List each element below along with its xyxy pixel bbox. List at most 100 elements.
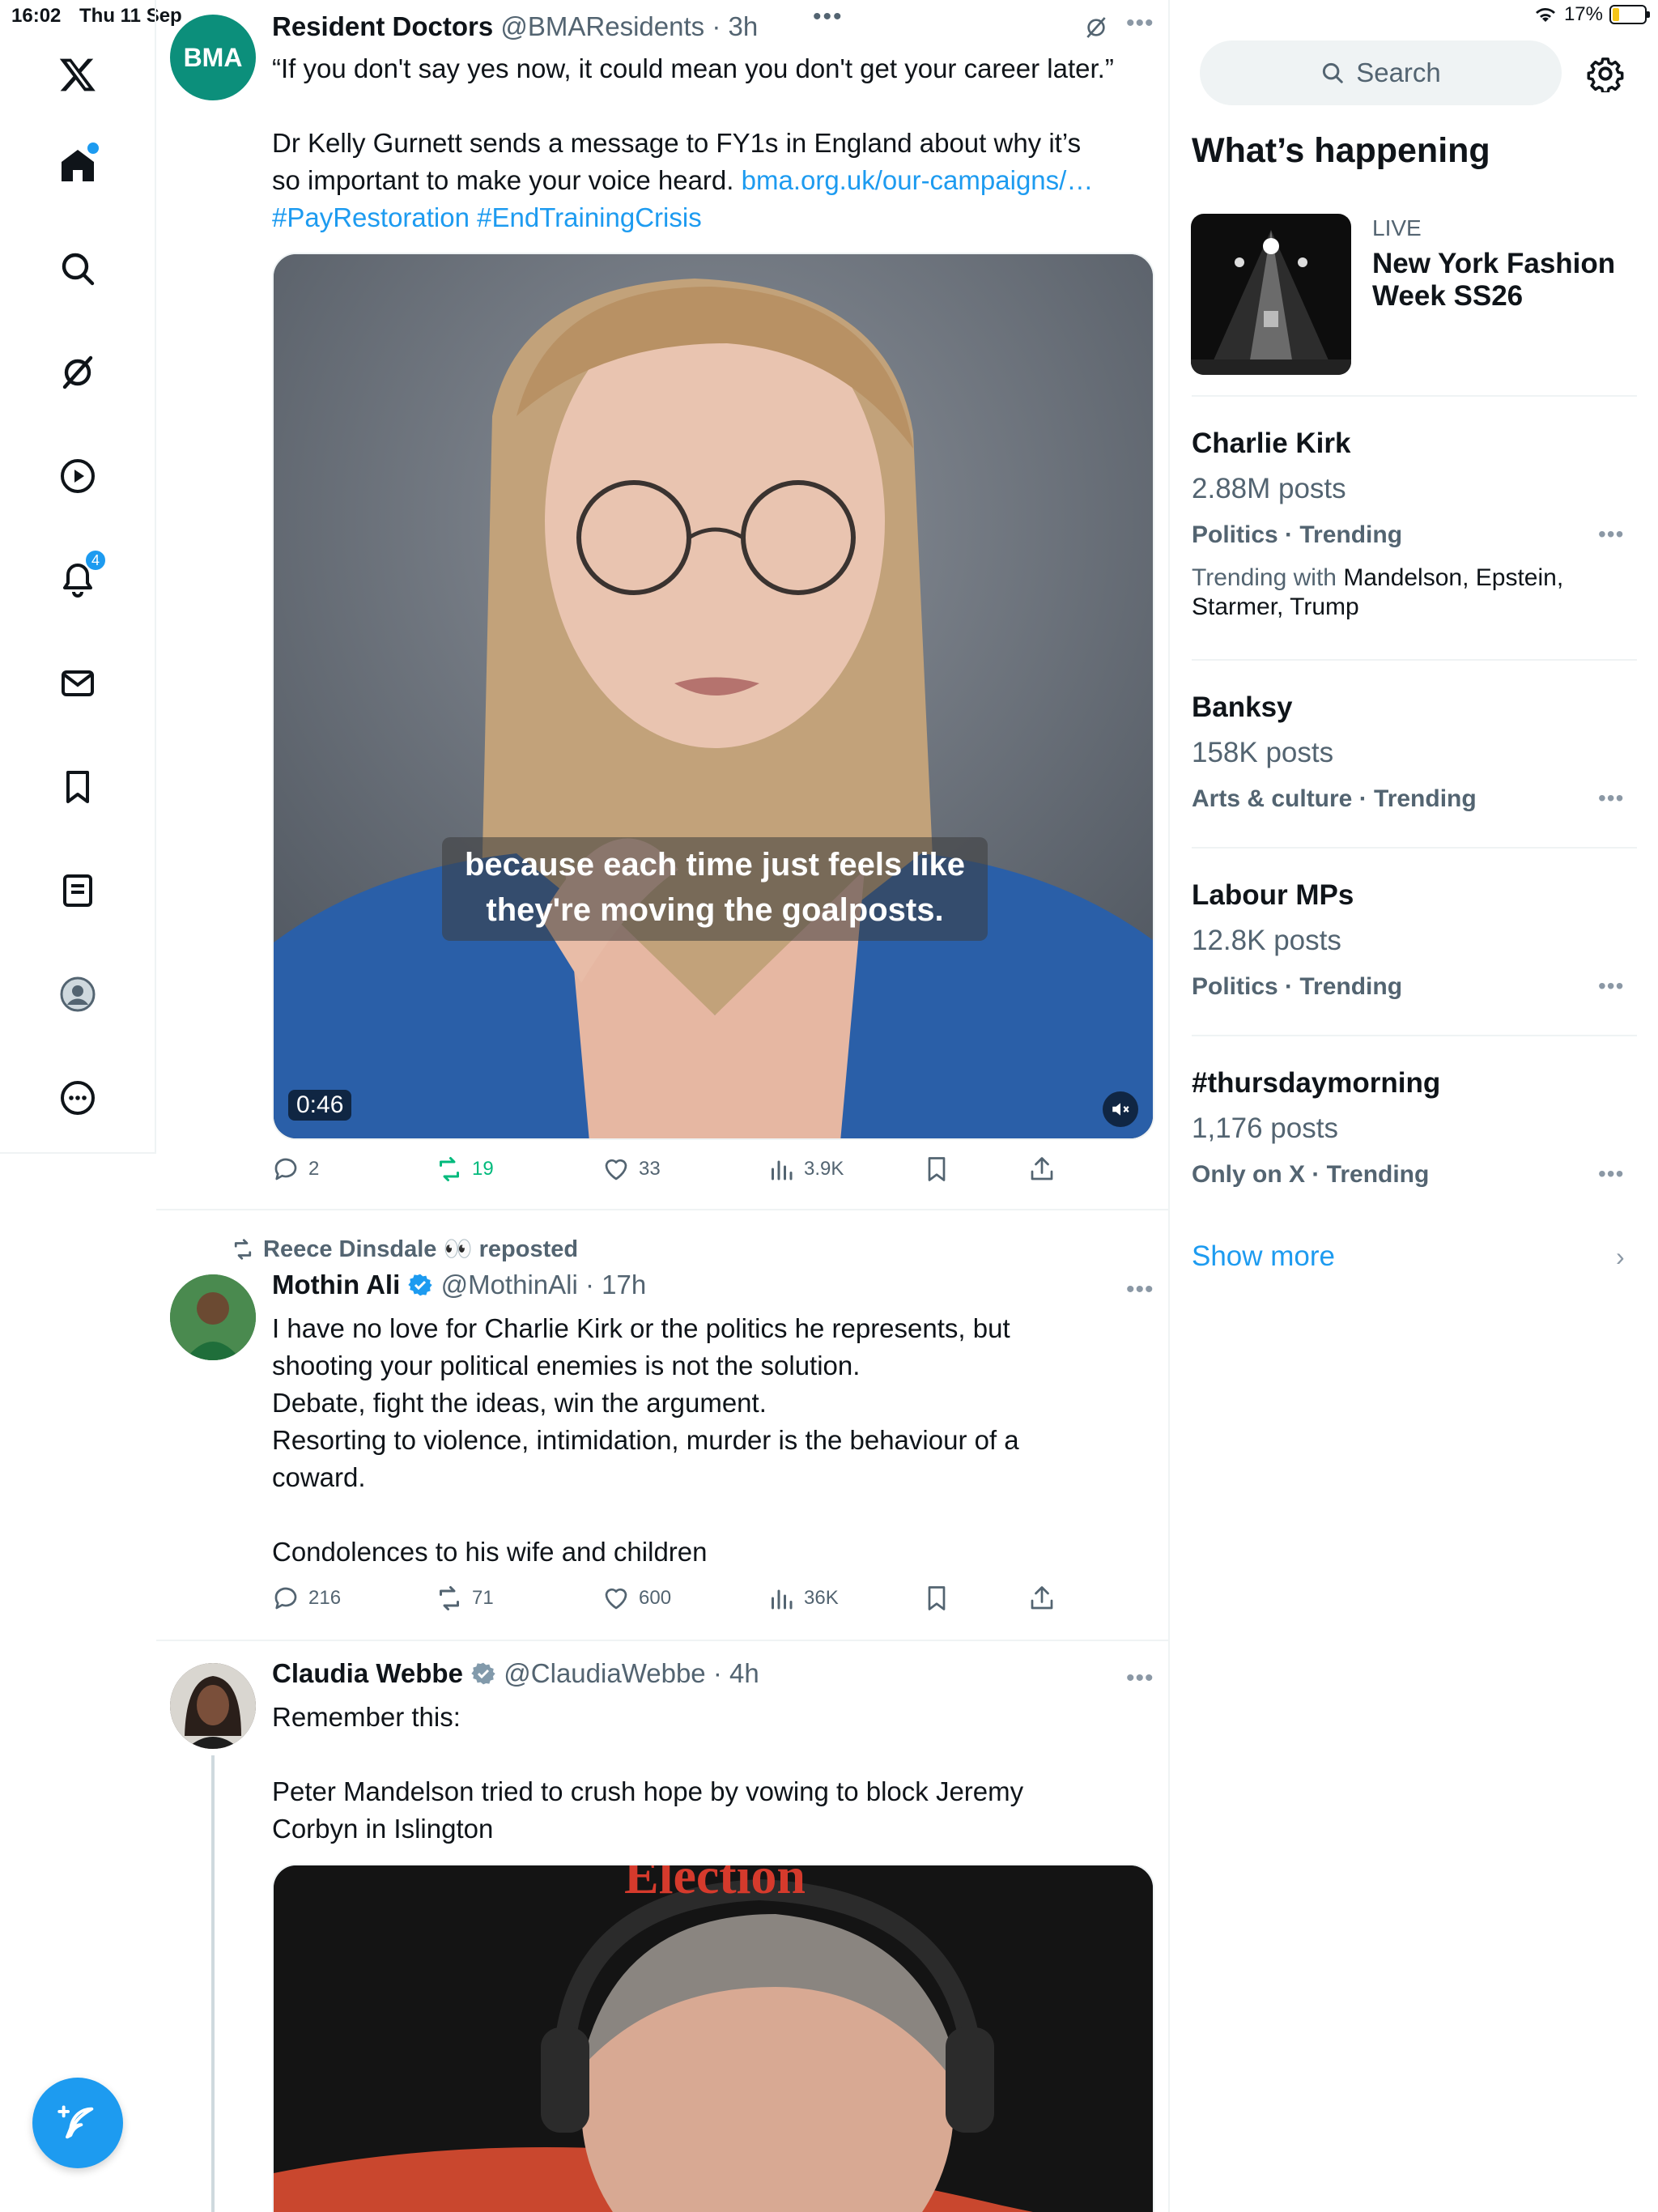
trend-title[interactable]: Charlie Kirk xyxy=(1192,428,1350,460)
share-icon xyxy=(1031,1157,1053,1180)
post-text: I have no love for Charlie Kirk or the p… xyxy=(272,1310,1114,1571)
trend-more-icon[interactable]: ••• xyxy=(1598,785,1624,811)
post-time[interactable]: 3h xyxy=(728,11,758,41)
repost-button[interactable]: 19 xyxy=(435,1155,494,1184)
post-more-icon[interactable]: ••• xyxy=(1126,1276,1154,1304)
trend-count: 2.88M posts xyxy=(1192,473,1346,504)
reply-button[interactable]: 2 xyxy=(271,1155,319,1184)
trend-divider xyxy=(1192,1035,1637,1036)
repost-small-icon xyxy=(234,1239,252,1260)
post-actions: 2 19 33 3.9K xyxy=(271,1155,1129,1190)
trend-meta: Politics · Trending xyxy=(1192,521,1403,548)
trend-more-icon[interactable]: ••• xyxy=(1598,1161,1624,1187)
repost-count: 71 xyxy=(472,1587,494,1609)
views-count: 36K xyxy=(804,1587,839,1609)
trend-more-icon[interactable]: ••• xyxy=(1598,521,1624,547)
post-text-p4: Condolences to his wife and children xyxy=(272,1537,708,1567)
post-actions: 216 71 600 36K xyxy=(271,1584,1129,1619)
author-handle[interactable]: @ClaudiaWebbe xyxy=(504,1658,705,1688)
author-handle[interactable]: @BMAResidents xyxy=(500,11,704,41)
author-name[interactable]: Claudia Webbe xyxy=(272,1658,463,1688)
chevron-right-icon: › xyxy=(1616,1242,1625,1271)
post-more-icon[interactable]: ••• xyxy=(1126,1665,1154,1692)
trend-title[interactable]: #thursdaymorning xyxy=(1192,1067,1440,1100)
trend-count: 12.8K posts xyxy=(1192,925,1341,956)
trend-more-icon[interactable]: ••• xyxy=(1598,973,1624,999)
post-link[interactable]: bma.org.uk/our-campaigns/… xyxy=(742,165,1094,195)
mute-icon[interactable] xyxy=(1103,1091,1138,1127)
bookmark-button[interactable] xyxy=(922,1155,951,1184)
grok-icon[interactable] xyxy=(45,340,110,405)
post-text-p2: Debate, fight the ideas, win the argumen… xyxy=(272,1388,767,1418)
messages-icon[interactable] xyxy=(45,651,110,716)
repost-button[interactable]: 71 xyxy=(435,1584,494,1613)
featured-live-label: LIVE xyxy=(1372,215,1422,240)
author-handle[interactable]: @MothinAli xyxy=(441,1270,578,1300)
post-text: Remember this: Peter Mandelson tried to … xyxy=(272,1699,1114,1848)
bookmarks-icon[interactable] xyxy=(45,755,110,819)
notifications-icon[interactable]: 4 xyxy=(45,547,110,612)
post-time[interactable]: 4h xyxy=(729,1658,759,1688)
views-icon xyxy=(772,1160,793,1180)
author-name[interactable]: Mothin Ali xyxy=(272,1270,400,1300)
media-illustration xyxy=(274,1865,1153,2212)
share-button[interactable] xyxy=(1027,1584,1056,1613)
post-hashtags[interactable]: #PayRestoration #EndTrainingCrisis xyxy=(272,202,702,232)
trend-with-label: Trending with xyxy=(1192,564,1337,591)
grok-icon[interactable] xyxy=(1083,15,1109,40)
x-logo-icon[interactable] xyxy=(45,42,110,107)
bookmark-button[interactable] xyxy=(922,1584,951,1613)
reply-count: 216 xyxy=(308,1587,342,1609)
reply-button[interactable]: 216 xyxy=(271,1584,341,1613)
show-more-link[interactable]: Show more xyxy=(1192,1240,1335,1273)
post-header: Resident Doctors @BMAResidents · 3h xyxy=(272,11,759,41)
post-time[interactable]: 17h xyxy=(602,1270,646,1300)
post-media-video[interactable]: Election xyxy=(272,1864,1154,2212)
trend-title[interactable]: Labour MPs xyxy=(1192,879,1354,912)
like-button[interactable]: 33 xyxy=(602,1155,661,1184)
lists-icon[interactable] xyxy=(45,858,110,923)
home-icon[interactable] xyxy=(45,133,110,198)
views-button[interactable]: 36K xyxy=(767,1584,839,1613)
avatar-claudia-webbe[interactable] xyxy=(170,1663,256,1749)
avatar-mothin-ali[interactable] xyxy=(170,1274,256,1360)
post-header: Claudia Webbe @ClaudiaWebbe · 4h xyxy=(272,1658,759,1688)
avatar-bma[interactable]: BMA xyxy=(170,15,256,100)
repost-context[interactable]: Reece Dinsdale 👀 reposted xyxy=(231,1236,578,1263)
post-text-quote: “If you don't say yes now, it could mean… xyxy=(272,53,1114,83)
share-icon xyxy=(1031,1586,1053,1610)
avatar-bma-text: BMA xyxy=(183,42,243,72)
more-options-icon[interactable] xyxy=(45,1066,110,1130)
post-video[interactable]: because each time just feels like they'r… xyxy=(272,253,1154,1140)
post-divider xyxy=(156,1209,1170,1210)
post-text-body: Dr Kelly Gurnett sends a message to FY1s… xyxy=(272,125,1114,236)
trend-meta: Only on X · Trending xyxy=(1192,1161,1430,1188)
settings-gear-icon[interactable] xyxy=(1587,55,1624,92)
search-input[interactable]: Search xyxy=(1200,40,1562,105)
trend-title[interactable]: Banksy xyxy=(1192,691,1293,724)
share-button[interactable] xyxy=(1027,1155,1056,1184)
profile-icon[interactable] xyxy=(45,962,110,1027)
video-caption-line1: because each time just feels like xyxy=(464,847,966,883)
like-button[interactable]: 600 xyxy=(602,1584,671,1613)
heart-icon xyxy=(605,1588,627,1610)
author-name[interactable]: Resident Doctors xyxy=(272,11,493,41)
video-icon[interactable] xyxy=(45,444,110,508)
repost-by: Reece Dinsdale 👀 reposted xyxy=(263,1236,579,1262)
video-caption: because each time just feels like they'r… xyxy=(274,842,1153,933)
video-frame-illustration xyxy=(274,254,1153,1138)
like-count: 33 xyxy=(639,1158,661,1180)
repost-count: 19 xyxy=(472,1158,494,1180)
repost-icon xyxy=(440,1157,459,1181)
views-button[interactable]: 3.9K xyxy=(767,1155,844,1184)
post-text-p1: I have no love for Charlie Kirk or the p… xyxy=(272,1313,1010,1380)
featured-event-title[interactable]: New York Fashion Week SS26 xyxy=(1372,248,1631,313)
post-more-icon[interactable]: ••• xyxy=(1126,10,1154,37)
verified-badge-icon xyxy=(408,1274,433,1296)
trend-count: 158K posts xyxy=(1192,737,1334,768)
search-icon[interactable] xyxy=(45,236,110,301)
featured-event-thumbnail[interactable] xyxy=(1191,214,1351,375)
video-caption-line2: they're moving the goalposts. xyxy=(486,892,944,928)
search-placeholder: Search xyxy=(1356,57,1441,87)
compose-post-button[interactable] xyxy=(32,2078,123,2168)
